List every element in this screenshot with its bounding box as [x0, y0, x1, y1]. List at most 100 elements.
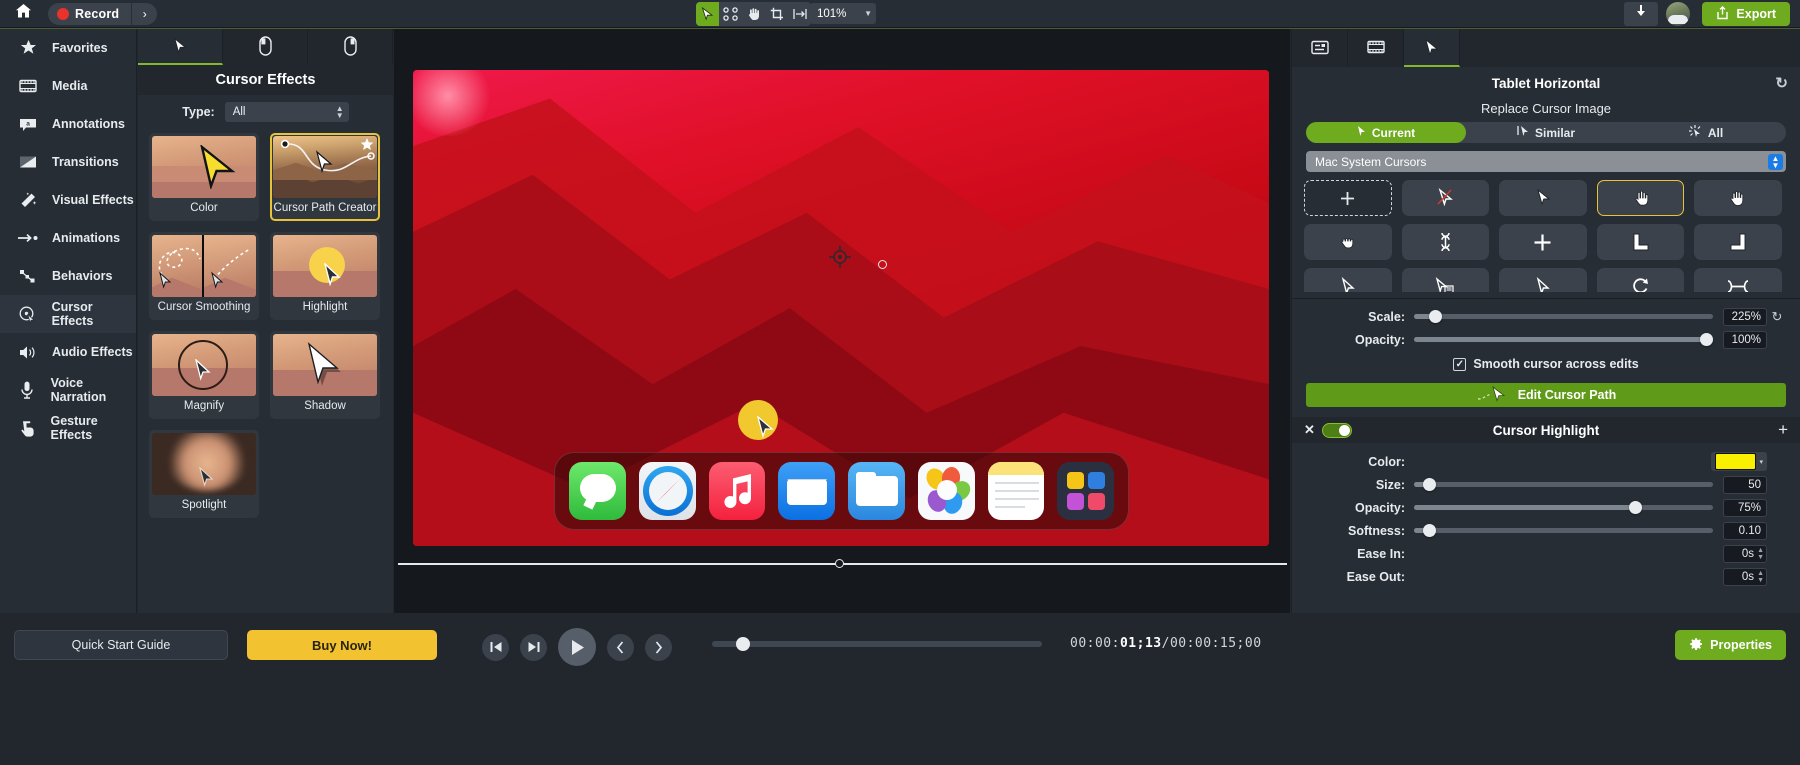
- highlight-size-slider[interactable]: [1414, 478, 1713, 491]
- highlight-ease-in-stepper[interactable]: 0s ▲ ▼: [1723, 544, 1767, 563]
- stepper-icon[interactable]: ▲ ▼: [1757, 547, 1764, 561]
- highlight-softness-slider[interactable]: [1414, 524, 1713, 537]
- cursor-highlight-toggle[interactable]: [1321, 422, 1352, 438]
- stepper-icon[interactable]: ▲ ▼: [1757, 570, 1764, 584]
- sidebar-item-gesture-effects[interactable]: Gesture Effects: [0, 409, 136, 447]
- add-cursor-cell[interactable]: [1304, 180, 1392, 216]
- close-icon[interactable]: ✕: [1304, 422, 1315, 438]
- record-button[interactable]: Record: [48, 3, 131, 25]
- sidebar-item-behaviors[interactable]: Behaviors: [0, 257, 136, 295]
- edit-cursor-path-button[interactable]: Edit Cursor Path: [1306, 383, 1786, 407]
- export-button[interactable]: Export: [1702, 2, 1790, 26]
- cursor-arrow-cell[interactable]: [1499, 180, 1587, 216]
- effect-card-spotlight[interactable]: Spotlight: [149, 430, 259, 518]
- cursor-i-beam-cell[interactable]: [1401, 224, 1490, 260]
- cursor-context-menu-cell[interactable]: [1401, 268, 1490, 292]
- add-effect-button[interactable]: +: [1778, 421, 1788, 438]
- tab-cursor-effects[interactable]: [138, 29, 223, 65]
- finder-app-icon[interactable]: [848, 462, 905, 520]
- tab-media[interactable]: [1348, 29, 1404, 67]
- cursor-spiral-cell[interactable]: [1596, 268, 1685, 292]
- zoom-level-select[interactable]: 101% ▼: [810, 3, 876, 24]
- opacity-slider[interactable]: [1414, 333, 1713, 346]
- download-button[interactable]: [1624, 2, 1659, 26]
- effects-type-select[interactable]: All ▲ ▼: [224, 102, 349, 122]
- path-control-point[interactable]: [878, 260, 887, 269]
- sidebar-item-voice-narration[interactable]: Voice Narration: [0, 371, 136, 409]
- prev-marker-button[interactable]: [607, 633, 634, 661]
- tab-properties[interactable]: [1292, 29, 1348, 67]
- crop-tool-button[interactable]: [765, 2, 788, 26]
- playhead-scrubber[interactable]: [712, 637, 1042, 651]
- mail-app-icon[interactable]: [778, 462, 835, 520]
- effect-card-magnify[interactable]: Magnify: [149, 331, 259, 419]
- music-app-icon[interactable]: [708, 462, 766, 520]
- canvas-resize-handle[interactable]: [835, 559, 844, 568]
- play-button[interactable]: [558, 628, 596, 666]
- sidebar-item-cursor-effects[interactable]: Cursor Effects: [0, 295, 136, 333]
- cursor-closed-hand-cell[interactable]: [1304, 224, 1392, 260]
- cursor-resize-corner-bl-cell[interactable]: [1596, 224, 1685, 260]
- sidebar-item-favorites[interactable]: Favorites: [0, 29, 136, 67]
- highlight-opacity-slider[interactable]: [1414, 501, 1713, 514]
- highlight-ease-out-stepper[interactable]: 0s ▲ ▼: [1723, 567, 1767, 586]
- scale-slider[interactable]: [1414, 310, 1713, 323]
- highlight-softness-value[interactable]: 0.10: [1723, 521, 1767, 540]
- shortcuts-app-icon[interactable]: [1057, 462, 1114, 520]
- effect-card-highlight[interactable]: Highlight: [270, 232, 380, 320]
- canvas-area[interactable]: [394, 29, 1290, 613]
- sidebar-item-media[interactable]: Media: [0, 67, 136, 105]
- avatar[interactable]: [1666, 2, 1691, 26]
- cursor-arrow-plain-cell[interactable]: [1304, 268, 1392, 292]
- notes-app-icon[interactable]: [987, 462, 1045, 520]
- cursor-arrow-alt-cell[interactable]: [1499, 268, 1587, 292]
- edit-points-tool-button[interactable]: [719, 2, 742, 26]
- hand-tool-button[interactable]: [742, 2, 765, 26]
- segment-all[interactable]: All: [1626, 122, 1786, 143]
- photos-app-icon[interactable]: [917, 462, 975, 520]
- tab-mouse-click-sounds[interactable]: [223, 29, 308, 65]
- step-forward-button[interactable]: [520, 633, 547, 661]
- preview-stage[interactable]: [413, 70, 1269, 546]
- highlight-color-picker[interactable]: ▾: [1711, 452, 1767, 471]
- cursor-none-cell[interactable]: [1401, 180, 1490, 216]
- safari-app-icon[interactable]: [638, 462, 696, 520]
- cursor-pointing-hand-cell[interactable]: [1596, 180, 1685, 216]
- fit-tool-button[interactable]: [788, 2, 811, 26]
- record-group[interactable]: Record ›: [48, 2, 158, 25]
- segment-current[interactable]: Current: [1306, 122, 1466, 143]
- tab-mouse-cursor[interactable]: [308, 29, 393, 65]
- select-tool-button[interactable]: [696, 2, 719, 26]
- tab-cursor[interactable]: [1404, 29, 1460, 67]
- sidebar-item-transitions[interactable]: Transitions: [0, 143, 136, 181]
- sidebar-item-annotations[interactable]: a Annotations: [0, 105, 136, 143]
- home-button[interactable]: [0, 0, 46, 28]
- effect-card-cursor-smoothing[interactable]: Cursor Smoothing: [149, 232, 259, 320]
- cursor-anchor-marker[interactable]: [829, 246, 851, 268]
- smooth-cursor-checkbox-row[interactable]: ✓ Smooth cursor across edits: [1292, 351, 1800, 377]
- step-back-button[interactable]: [482, 633, 509, 661]
- sidebar-item-animations[interactable]: Animations: [0, 219, 136, 257]
- reset-icon[interactable]: ↻: [1775, 74, 1788, 92]
- next-marker-button[interactable]: [645, 633, 672, 661]
- effect-card-color[interactable]: Color: [149, 133, 259, 221]
- scale-value[interactable]: 225%: [1723, 307, 1767, 326]
- record-dropdown-button[interactable]: ›: [131, 2, 157, 25]
- quick-start-guide-button[interactable]: Quick Start Guide: [14, 630, 228, 660]
- properties-button[interactable]: Properties: [1675, 630, 1786, 660]
- smooth-cursor-checkbox[interactable]: ✓: [1453, 357, 1467, 371]
- cursor-resize-horizontal-cell[interactable]: [1694, 268, 1782, 292]
- reset-icon[interactable]: ↻: [1770, 309, 1784, 325]
- cursor-set-select[interactable]: Mac System Cursors ▲ ▼: [1306, 151, 1786, 172]
- segment-similar[interactable]: Similar: [1466, 122, 1626, 143]
- buy-now-button[interactable]: Buy Now!: [247, 630, 437, 660]
- highlight-size-value[interactable]: 50: [1723, 475, 1767, 494]
- effect-card-shadow[interactable]: Shadow: [270, 331, 380, 419]
- cursor-resize-corner-br-cell[interactable]: [1694, 224, 1782, 260]
- sidebar-item-visual-effects[interactable]: Visual Effects: [0, 181, 136, 219]
- sidebar-item-audio-effects[interactable]: Audio Effects: [0, 333, 136, 371]
- cursor-open-hand-cell[interactable]: [1694, 180, 1782, 216]
- opacity-value[interactable]: 100%: [1723, 330, 1767, 349]
- messages-app-icon[interactable]: [569, 462, 626, 520]
- highlight-opacity-value[interactable]: 75%: [1723, 498, 1767, 517]
